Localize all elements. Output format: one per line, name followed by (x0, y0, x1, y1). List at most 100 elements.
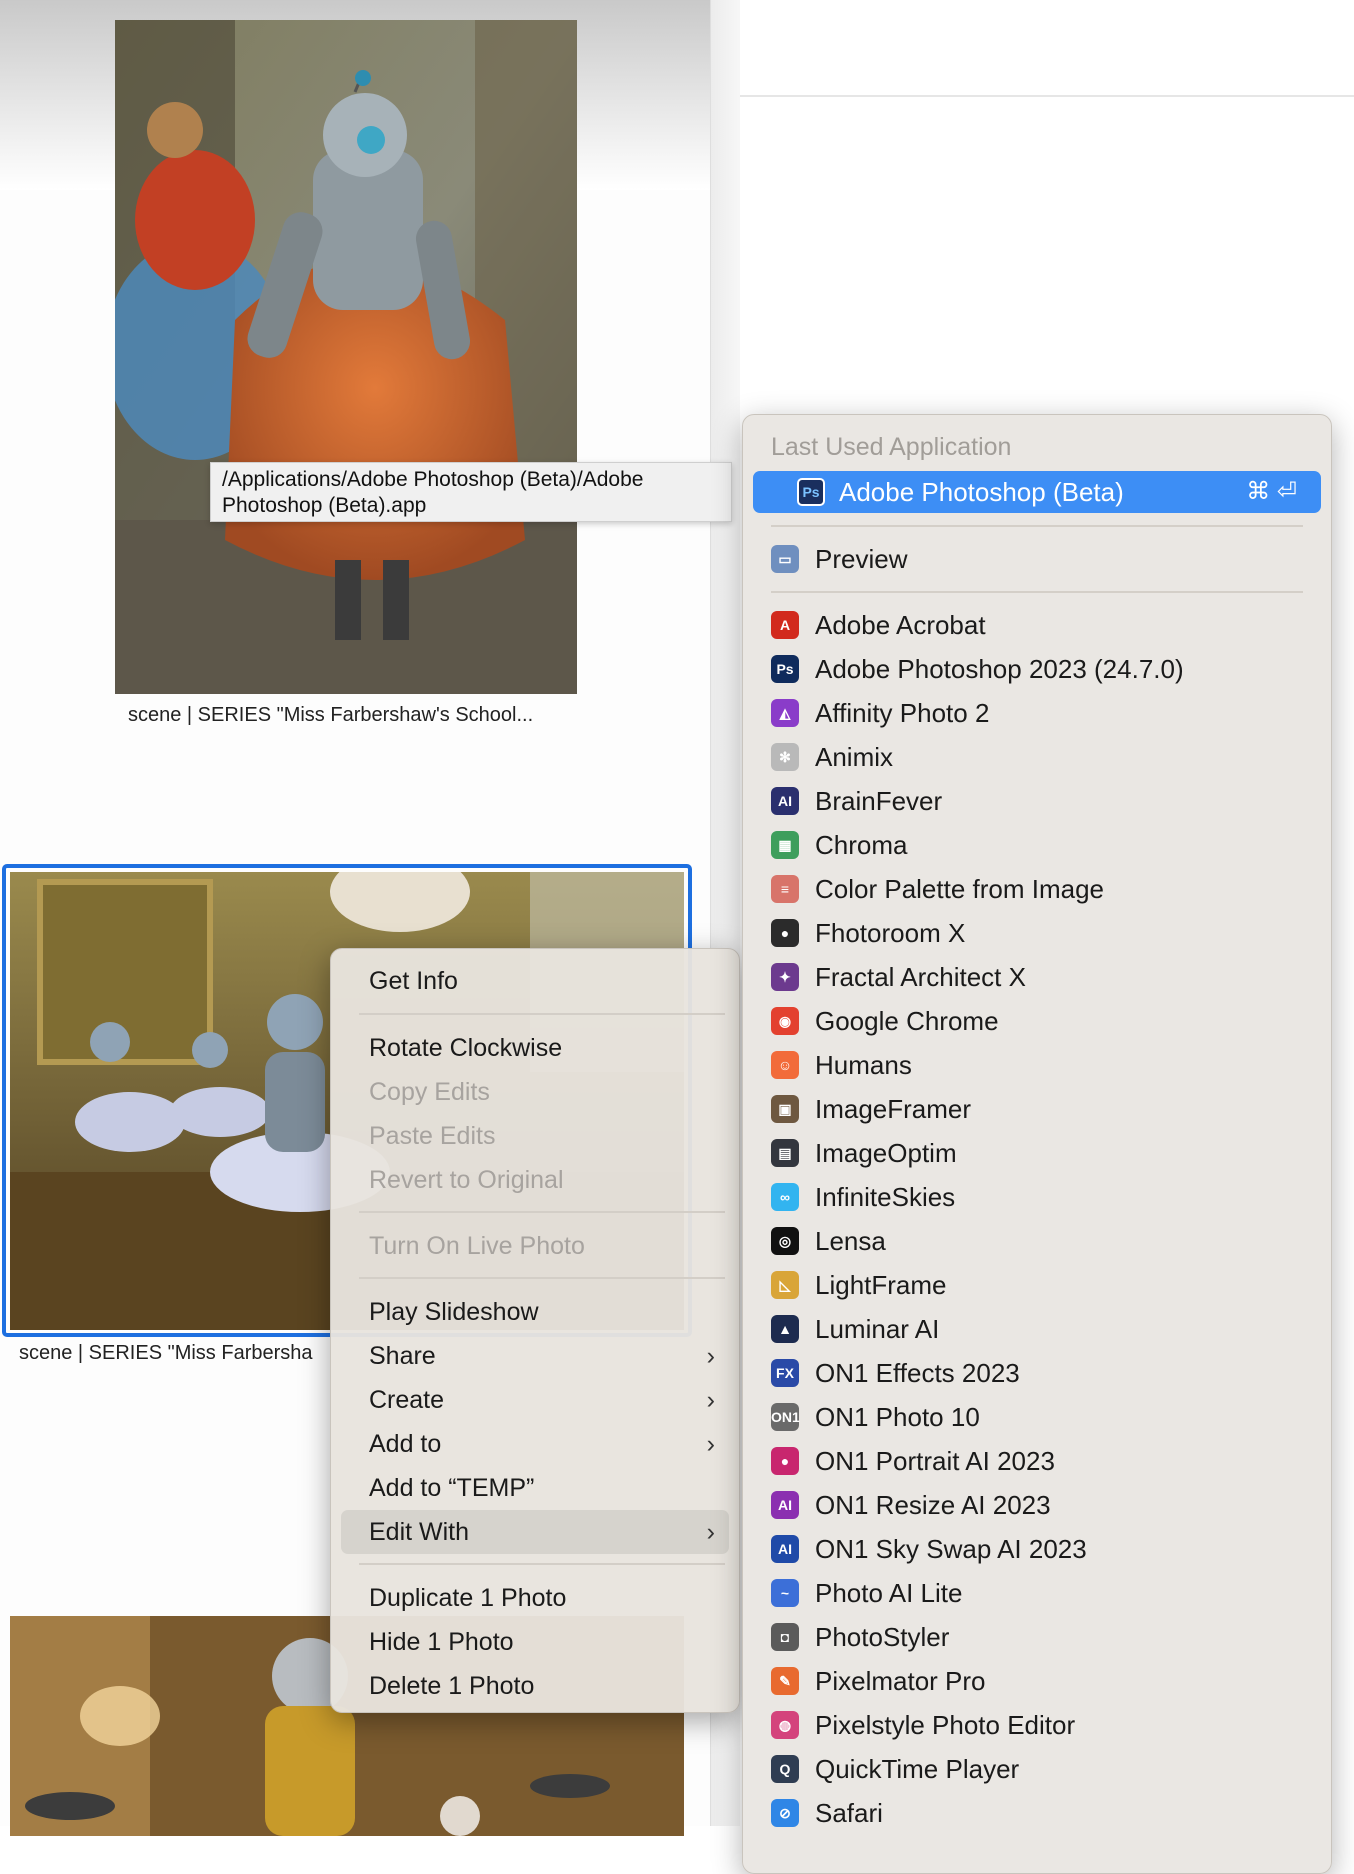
menu-separator (771, 591, 1303, 593)
chevron-right-icon: › (706, 1518, 715, 1546)
submenu-item-google-chrome[interactable]: ◉ Google Chrome (771, 999, 1311, 1043)
menu-item-label: Duplicate 1 Photo (369, 1584, 567, 1612)
submenu-item-lensa[interactable]: ◎ Lensa (771, 1219, 1311, 1263)
photo-context-menu: Get Info Rotate Clockwise Copy Edits Pas… (330, 948, 740, 1713)
submenu-item-label: BrainFever (815, 786, 943, 816)
submenu-item-label: ON1 Portrait AI 2023 (815, 1446, 1055, 1476)
imageoptim-icon: ▤ (771, 1139, 799, 1167)
submenu-item-chroma[interactable]: ▦ Chroma (771, 823, 1311, 867)
submenu-item-label: Adobe Photoshop 2023 (24.7.0) (815, 654, 1184, 684)
submenu-item-luminar-ai[interactable]: ▲ Luminar AI (771, 1307, 1311, 1351)
menu-item-paste-edits: Paste Edits (341, 1114, 729, 1158)
submenu-item-imageframer[interactable]: ▣ ImageFramer (771, 1087, 1311, 1131)
menu-item-share[interactable]: Share › (341, 1334, 729, 1378)
submenu-item-on1-photo-10[interactable]: ON1 ON1 Photo 10 (771, 1395, 1311, 1439)
photo-ai-lite-icon: ~ (771, 1579, 799, 1607)
submenu-item-humans[interactable]: ☺ Humans (771, 1043, 1311, 1087)
chevron-right-icon: › (706, 1342, 715, 1370)
fhotoroom-x-icon: ● (771, 919, 799, 947)
menu-item-rotate-clockwise[interactable]: Rotate Clockwise (341, 1026, 729, 1070)
menu-item-copy-edits: Copy Edits (341, 1070, 729, 1114)
menu-item-play-slideshow[interactable]: Play Slideshow (341, 1290, 729, 1334)
photo-thumbnail-robot-dancer[interactable] (115, 20, 577, 694)
menu-separator (359, 1277, 725, 1279)
tooltip-line: Photoshop (Beta).app (222, 494, 427, 517)
menu-item-get-info[interactable]: Get Info (341, 959, 729, 1003)
submenu-item-color-palette-from-image[interactable]: ≡ Color Palette from Image (771, 867, 1311, 911)
submenu-item-on1-resize-ai-2023[interactable]: AI ON1 Resize AI 2023 (771, 1483, 1311, 1527)
submenu-item-safari[interactable]: ⊘ Safari (771, 1791, 1311, 1835)
submenu-item-animix[interactable]: ✻ Animix (771, 735, 1311, 779)
submenu-item-last-used-app[interactable]: Ps Adobe Photoshop (Beta) ⌘ ⏎ (753, 471, 1321, 513)
submenu-item-imageoptim[interactable]: ▤ ImageOptim (771, 1131, 1311, 1175)
submenu-item-label: Fhotoroom X (815, 918, 966, 948)
submenu-item-lightframe[interactable]: ◺ LightFrame (771, 1263, 1311, 1307)
submenu-item-label: Pixelstyle Photo Editor (815, 1710, 1076, 1740)
submenu-item-photostyler[interactable]: ◘ PhotoStyler (771, 1615, 1311, 1659)
menu-item-label: Play Slideshow (369, 1298, 539, 1326)
submenu-item-label: Chroma (815, 830, 908, 860)
submenu-item-on1-sky-swap-ai-2023[interactable]: AI ON1 Sky Swap AI 2023 (771, 1527, 1311, 1571)
submenu-item-pixelmator-pro[interactable]: ✎ Pixelmator Pro (771, 1659, 1311, 1703)
quicktime-player-icon: Q (771, 1755, 799, 1783)
submenu-item-affinity-photo-2[interactable]: ◭ Affinity Photo 2 (771, 691, 1311, 735)
menu-item-delete[interactable]: Delete 1 Photo (341, 1664, 729, 1708)
photostyler-icon: ◘ (771, 1623, 799, 1651)
on1-sky-swap-ai-2023-icon: AI (771, 1535, 799, 1563)
menu-separator (359, 1563, 725, 1565)
submenu-item-label: Preview (815, 544, 908, 574)
submenu-item-label: Color Palette from Image (815, 874, 1105, 904)
submenu-item-brainfever[interactable]: AI BrainFever (771, 779, 1311, 823)
menu-item-label: Edit With (369, 1518, 470, 1546)
submenu-item-pixelstyle-photo-editor[interactable]: ◍ Pixelstyle Photo Editor (771, 1703, 1311, 1747)
imageframer-icon: ▣ (771, 1095, 799, 1123)
submenu-item-adobe-acrobat[interactable]: A Adobe Acrobat (771, 603, 1311, 647)
submenu-item-label: Luminar AI (815, 1314, 940, 1344)
submenu-item-adobe-photoshop-2023-24-7-0[interactable]: Ps Adobe Photoshop 2023 (24.7.0) (771, 647, 1311, 691)
edit-with-submenu: Last Used Application Ps Adobe Photoshop… (742, 414, 1332, 1874)
submenu-item-on1-effects-2023[interactable]: FX ON1 Effects 2023 (771, 1351, 1311, 1395)
menu-item-label: Revert to Original (369, 1166, 564, 1194)
panel-divider (740, 95, 1354, 97)
menu-item-label: Rotate Clockwise (369, 1034, 563, 1062)
chevron-right-icon: › (706, 1430, 715, 1458)
lightframe-icon: ◺ (771, 1271, 799, 1299)
on1-effects-2023-icon: FX (771, 1359, 799, 1387)
infiniteskies-icon: ∞ (771, 1183, 799, 1211)
adobe-photoshop-2023-24-7-0-icon: Ps (771, 655, 799, 683)
submenu-item-label: PhotoStyler (815, 1622, 950, 1652)
submenu-item-quicktime-player[interactable]: Q QuickTime Player (771, 1747, 1311, 1791)
submenu-item-label: Affinity Photo 2 (815, 698, 990, 728)
robot-dancer-painting (115, 20, 577, 694)
submenu-item-label: Pixelmator Pro (815, 1666, 986, 1696)
on1-resize-ai-2023-icon: AI (771, 1491, 799, 1519)
menu-item-create[interactable]: Create › (341, 1378, 729, 1422)
menu-item-label: Turn On Live Photo (369, 1232, 585, 1260)
submenu-item-preview[interactable]: ▭ Preview (771, 537, 1311, 581)
luminar-ai-icon: ▲ (771, 1315, 799, 1343)
app-path-tooltip: /Applications/Adobe Photoshop (Beta)/Ado… (210, 462, 732, 522)
menu-item-add-to-temp[interactable]: Add to “TEMP” (341, 1466, 729, 1510)
menu-separator (359, 1211, 725, 1213)
menu-item-label: Paste Edits (369, 1122, 496, 1150)
submenu-item-fractal-architect-x[interactable]: ✦ Fractal Architect X (771, 955, 1311, 999)
submenu-item-photo-ai-lite[interactable]: ~ Photo AI Lite (771, 1571, 1311, 1615)
menu-item-duplicate[interactable]: Duplicate 1 Photo (341, 1576, 729, 1620)
submenu-item-label: Lensa (815, 1226, 886, 1256)
affinity-photo-2-icon: ◭ (771, 699, 799, 727)
submenu-item-infiniteskies[interactable]: ∞ InfiniteSkies (771, 1175, 1311, 1219)
menu-item-hide[interactable]: Hide 1 Photo (341, 1620, 729, 1664)
on1-photo-10-icon: ON1 (771, 1403, 800, 1431)
menu-item-add-to[interactable]: Add to › (341, 1422, 729, 1466)
menu-item-label: Share (369, 1342, 436, 1370)
submenu-item-on1-portrait-ai-2023[interactable]: ● ON1 Portrait AI 2023 (771, 1439, 1311, 1483)
submenu-item-label: ON1 Resize AI 2023 (815, 1490, 1051, 1520)
preview-icon: ▭ (771, 545, 799, 573)
menu-item-label: Add to (369, 1430, 442, 1458)
humans-icon: ☺ (771, 1051, 799, 1079)
submenu-item-label: Adobe Acrobat (815, 610, 986, 640)
submenu-item-label: ON1 Sky Swap AI 2023 (815, 1534, 1087, 1564)
menu-item-edit-with[interactable]: Edit With › (341, 1510, 729, 1554)
submenu-item-fhotoroom-x[interactable]: ● Fhotoroom X (771, 911, 1311, 955)
submenu-item-label: InfiniteSkies (815, 1182, 956, 1212)
